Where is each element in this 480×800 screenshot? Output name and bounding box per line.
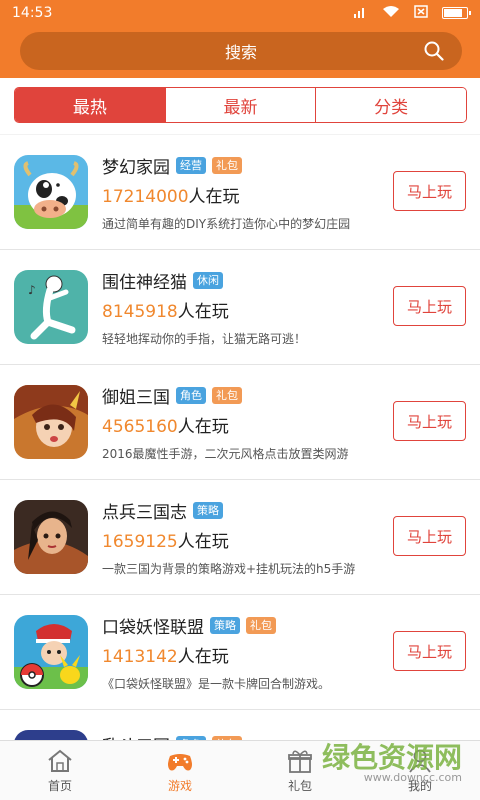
- player-count-suffix: 人在玩: [177, 647, 229, 667]
- genre-tag: 角色: [176, 387, 206, 404]
- wifi-icon: [382, 5, 400, 21]
- gamepad-icon: [168, 753, 192, 770]
- game-name-row: 梦幻家园 经营 礼包: [102, 153, 242, 178]
- game-icon-cat: ♪: [14, 270, 88, 344]
- game-title: 口袋妖怪联盟: [102, 618, 204, 638]
- game-title: 点兵三国志: [102, 503, 187, 523]
- nav-home[interactable]: 首页: [0, 741, 120, 800]
- game-icon-partial: [14, 730, 88, 740]
- player-count-suffix: 人在玩: [177, 302, 229, 322]
- nav-home-label: 首页: [47, 778, 72, 793]
- home-icon: [48, 749, 72, 772]
- gift-tag: 礼包: [212, 157, 242, 174]
- header: 搜索: [0, 26, 480, 78]
- search-label: 搜索: [224, 43, 257, 62]
- signal-icon: [354, 6, 368, 21]
- game-description: 2016最魔性手游，二次元风格点击放置类网游: [102, 447, 349, 461]
- play-now-button[interactable]: 马上玩: [393, 286, 466, 326]
- play-now-button[interactable]: 马上玩: [393, 171, 466, 211]
- game-list: 梦幻家园 经营 礼包 17214000人在玩 通过简单有趣的DIY系统打造你心中…: [0, 135, 480, 740]
- player-count-number: 4565160: [102, 417, 178, 437]
- player-count-suffix: 人在玩: [188, 187, 240, 207]
- nav-gifts-label: 礼包: [287, 778, 312, 793]
- status-icons: [354, 5, 471, 21]
- game-icon-cow: [14, 155, 88, 229]
- genre-tag: 休闲: [193, 272, 223, 289]
- player-count: 1659125人在玩: [102, 527, 229, 552]
- watermark-title: 绿色资源网: [321, 741, 462, 774]
- tab-bar: 最热 最新 分类: [14, 87, 467, 123]
- game-icon-warrior: [14, 500, 88, 574]
- game-description: 《口袋妖怪联盟》是一款卡牌回合制游戏。: [102, 677, 331, 691]
- svg-text:♪: ♪: [28, 283, 36, 297]
- game-name-row: 点兵三国志 策略: [102, 498, 223, 523]
- player-count-suffix: 人在玩: [177, 417, 229, 437]
- genre-tag: 策略: [193, 502, 223, 519]
- gift-icon: [288, 750, 312, 773]
- player-count-number: 1413142: [102, 647, 178, 667]
- search-bar[interactable]: 搜索: [20, 32, 462, 70]
- game-title: 梦幻家园: [102, 158, 170, 178]
- game-icon-pokemon: [14, 615, 88, 689]
- player-count: 1413142人在玩: [102, 642, 229, 667]
- genre-tag: 策略: [210, 617, 240, 634]
- list-item-partial[interactable]: 乱斗三国 角色 礼包: [0, 710, 480, 740]
- nav-games[interactable]: 游戏: [120, 741, 240, 800]
- status-time: 14:53: [12, 5, 53, 21]
- list-item[interactable]: ♪ 围住神经猫 休闲 8145918人在玩 轻轻地挥动你的手指，让猫无路可逃！ …: [0, 250, 480, 365]
- list-item[interactable]: 口袋妖怪联盟 策略 礼包 1413142人在玩 《口袋妖怪联盟》是一款卡牌回合制…: [0, 595, 480, 710]
- game-description: 一款三国为背景的策略游戏+挂机玩法的h5手游: [102, 562, 356, 576]
- game-name-row: 口袋妖怪联盟 策略 礼包: [102, 613, 276, 638]
- gift-tag: 礼包: [246, 617, 276, 634]
- tab-newest[interactable]: 最新: [165, 88, 317, 122]
- player-count-suffix: 人在玩: [177, 532, 229, 552]
- no-sim-icon: [414, 5, 428, 21]
- list-item[interactable]: 梦幻家园 经营 礼包 17214000人在玩 通过简单有趣的DIY系统打造你心中…: [0, 135, 480, 250]
- player-count-number: 17214000: [102, 187, 189, 207]
- player-count-number: 8145918: [102, 302, 178, 322]
- game-name-row: 御姐三国 角色 礼包: [102, 383, 242, 408]
- play-now-button[interactable]: 马上玩: [393, 631, 466, 671]
- player-count: 8145918人在玩: [102, 297, 229, 322]
- watermark: 绿色资源网 www.downcc.com: [322, 744, 462, 784]
- nav-games-label: 游戏: [167, 778, 192, 793]
- game-description: 通过简单有趣的DIY系统打造你心中的梦幻庄园: [102, 217, 351, 231]
- game-title: 御姐三国: [102, 388, 170, 408]
- battery-icon: [442, 7, 471, 19]
- list-item[interactable]: 御姐三国 角色 礼包 4565160人在玩 2016最魔性手游，二次元风格点击放…: [0, 365, 480, 480]
- game-name-row: 围住神经猫 休闲: [102, 268, 223, 293]
- player-count-number: 1659125: [102, 532, 178, 552]
- game-name-row: 乱斗三国 角色 礼包: [102, 732, 242, 740]
- game-description: 轻轻地挥动你的手指，让猫无路可逃！: [102, 332, 307, 346]
- tabs-container: 最热 最新 分类: [0, 78, 480, 134]
- tab-category[interactable]: 分类: [316, 88, 466, 122]
- tab-hottest[interactable]: 最热: [15, 88, 166, 122]
- player-count: 4565160人在玩: [102, 412, 229, 437]
- search-icon[interactable]: [424, 41, 444, 61]
- genre-tag: 经营: [176, 157, 206, 174]
- play-now-button[interactable]: 马上玩: [393, 516, 466, 556]
- game-title: 围住神经猫: [102, 273, 187, 293]
- list-item[interactable]: 点兵三国志 策略 1659125人在玩 一款三国为背景的策略游戏+挂机玩法的h5…: [0, 480, 480, 595]
- game-icon-heroine: [14, 385, 88, 459]
- status-bar: 14:53: [0, 0, 480, 26]
- player-count: 17214000人在玩: [102, 182, 240, 207]
- game-title: 乱斗三国: [102, 732, 170, 740]
- play-now-button[interactable]: 马上玩: [393, 401, 466, 441]
- gift-tag: 礼包: [212, 387, 242, 404]
